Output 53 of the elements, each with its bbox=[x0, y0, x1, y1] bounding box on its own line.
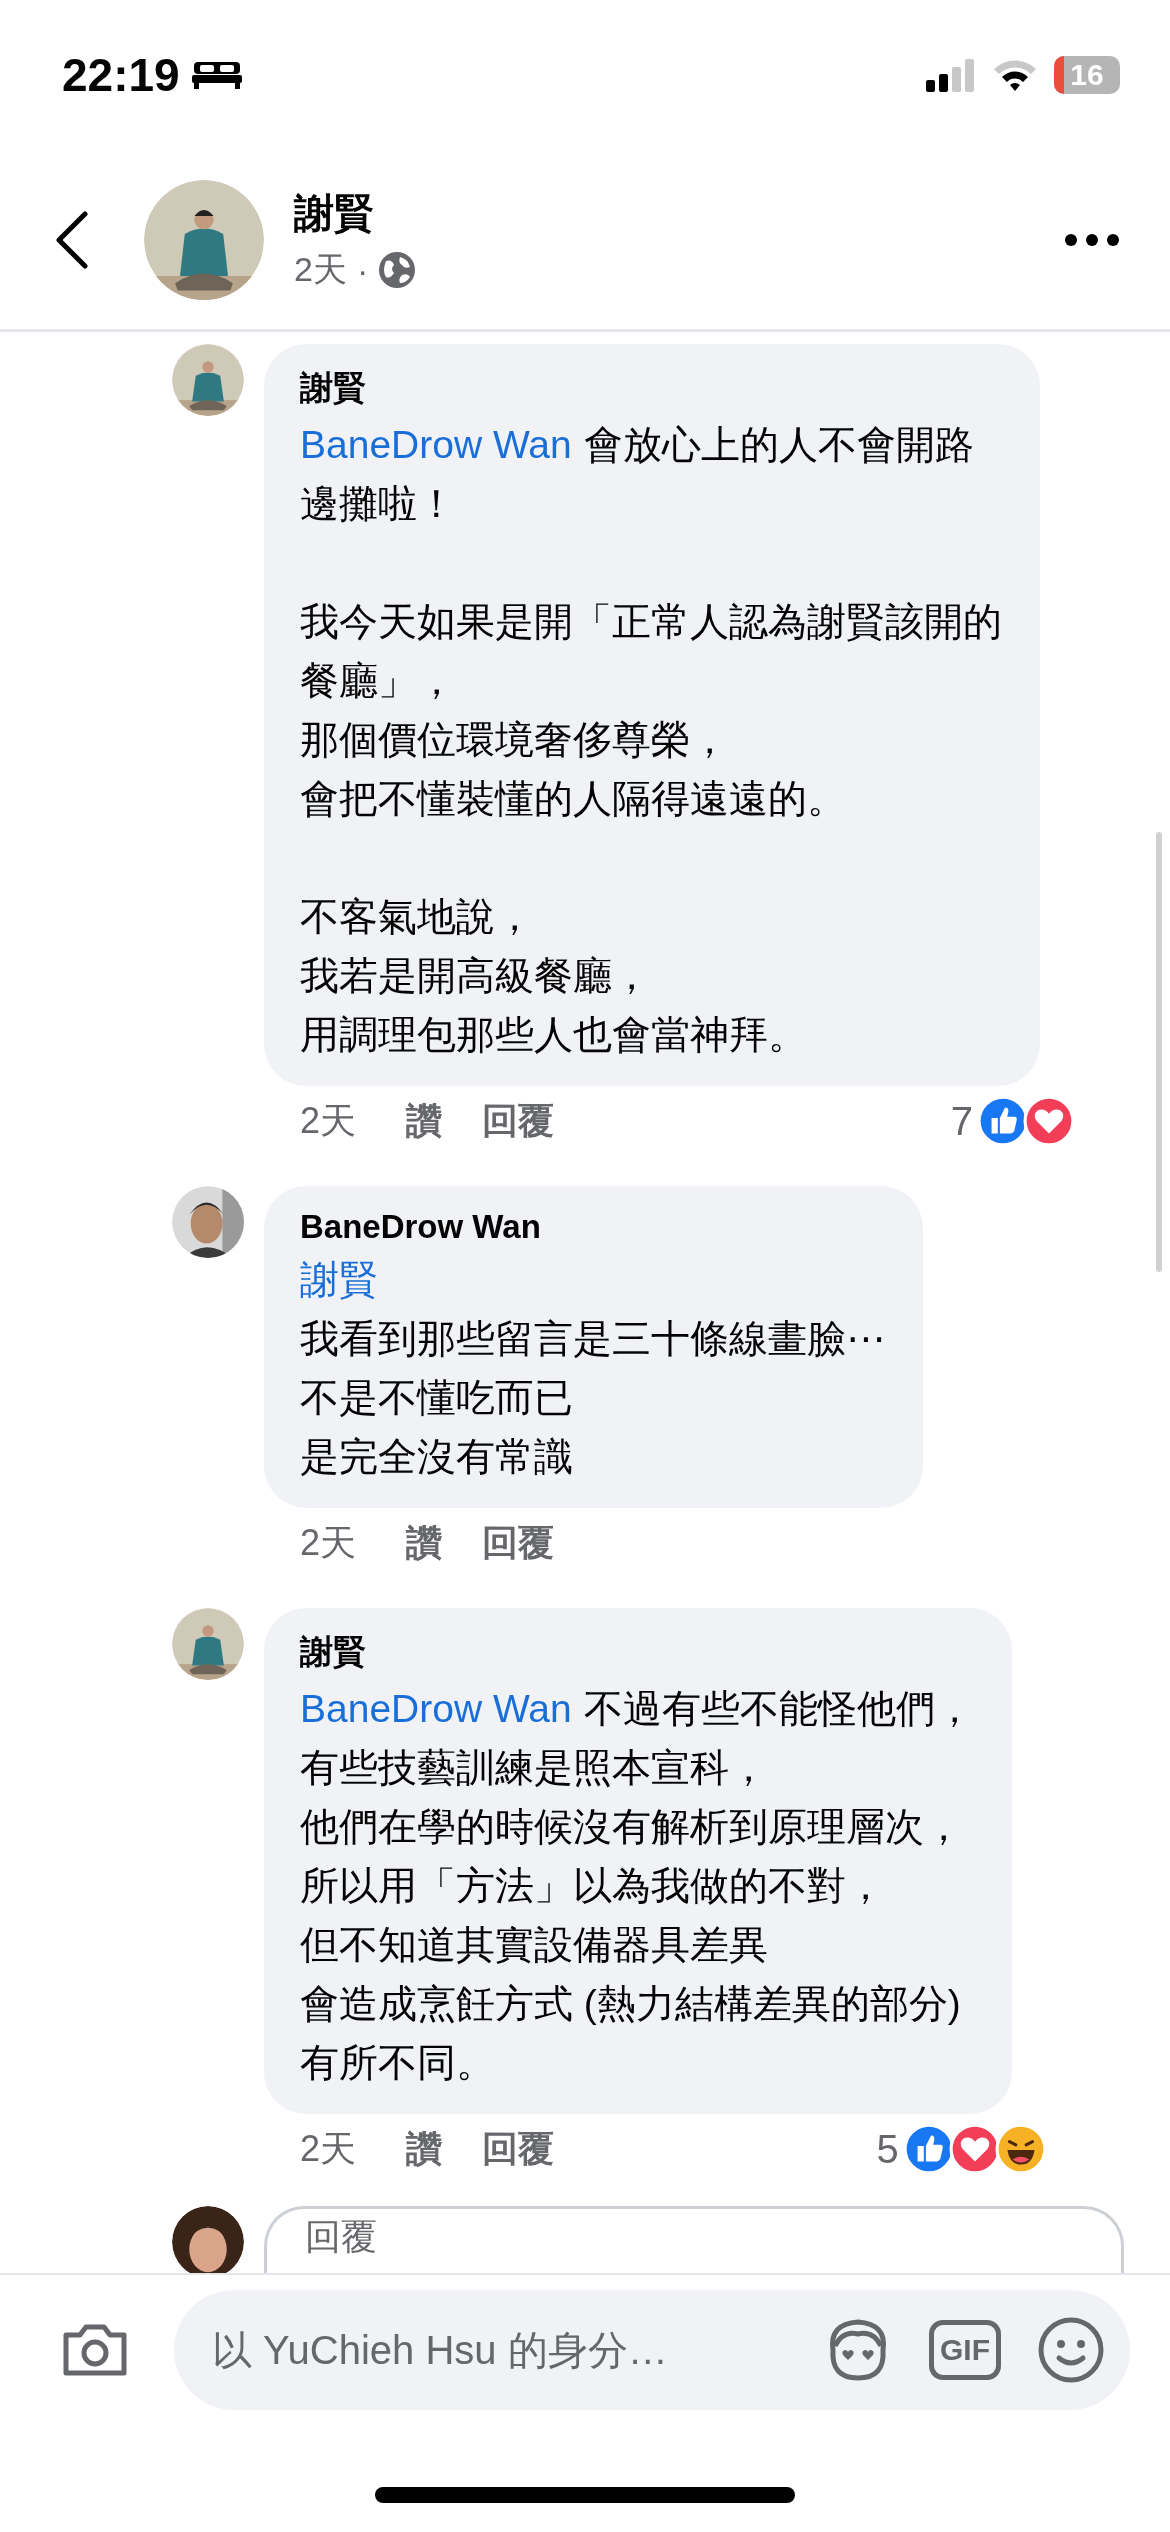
comment-author[interactable]: 謝賢 bbox=[300, 1630, 974, 1675]
globe-icon bbox=[378, 251, 417, 289]
more-icon[interactable] bbox=[1064, 232, 1120, 247]
mention-link[interactable]: 謝賢 bbox=[300, 1250, 378, 1309]
separator-dot: · bbox=[356, 250, 369, 290]
comment-input[interactable]: 以 YuChieh Hsu 的身分… GIF bbox=[174, 2290, 1130, 2410]
comment-text: 會造成烹飪方式 (熱力結構差異的部分) bbox=[300, 1981, 961, 2027]
reply-link[interactable]: 回覆 bbox=[482, 1518, 555, 1568]
reply-link[interactable]: 回覆 bbox=[482, 1096, 555, 1146]
comment-author[interactable]: BaneDrow Wan bbox=[300, 1208, 885, 1246]
back-icon[interactable] bbox=[55, 210, 89, 269]
comment-age: 2天 bbox=[300, 2126, 357, 2171]
status-time: 22:19 bbox=[62, 48, 180, 102]
comment-text: 那個價位環境奢侈尊榮， bbox=[300, 717, 729, 763]
comment-text: 所以用「方法」以為我做的不對， bbox=[300, 1863, 885, 1909]
reaction-count[interactable]: 7 bbox=[950, 1098, 973, 1144]
reply-field[interactable]: 回覆 bbox=[264, 2206, 1124, 2273]
mention-link[interactable]: BaneDrow Wan bbox=[300, 415, 572, 474]
gif-button[interactable]: GIF bbox=[929, 2320, 1001, 2380]
like-link[interactable]: 讚 bbox=[406, 1096, 443, 1146]
comment-text: 不是不懂吃而已 bbox=[300, 1375, 573, 1421]
emoji-icon[interactable] bbox=[1037, 2316, 1105, 2384]
comment-text: 不客氣地說， bbox=[300, 894, 534, 940]
signal-icon bbox=[926, 58, 976, 92]
wifi-icon bbox=[992, 58, 1038, 92]
comment-author[interactable]: 謝賢 bbox=[300, 366, 1002, 411]
comment-age: 2天 bbox=[300, 1098, 357, 1143]
comment-text: 邊攤啦！ bbox=[300, 481, 456, 527]
comment-text: 會把不懂裝懂的人隔得遠遠的。 bbox=[300, 776, 846, 822]
love-reaction-icon[interactable] bbox=[1023, 1095, 1075, 1147]
comment-text: 用調理包那些人也會當神拜。 bbox=[300, 1012, 807, 1058]
comment-text: 會放心上的人不會開路 bbox=[583, 422, 974, 468]
like-link[interactable]: 讚 bbox=[406, 2124, 443, 2174]
comment-text: 餐廳」， bbox=[300, 658, 456, 704]
comment-text: 是完全沒有常識 bbox=[300, 1434, 573, 1480]
reply-link[interactable]: 回覆 bbox=[482, 2124, 555, 2174]
comment-text: 但不知道其實設備器具差異 bbox=[300, 1922, 768, 1968]
reaction-count[interactable]: 5 bbox=[876, 2126, 899, 2172]
haha-reaction-icon[interactable] bbox=[994, 2123, 1047, 2175]
comment-text: 我看到那些留言是三十條線畫臉⋯ bbox=[300, 1316, 885, 1362]
post-author[interactable]: 謝賢 bbox=[294, 186, 1064, 241]
comment-text: 我若是開高級餐廳， bbox=[300, 953, 651, 999]
battery-indicator: 16 bbox=[1054, 56, 1120, 94]
mention-link[interactable]: BaneDrow Wan bbox=[300, 1679, 572, 1738]
comment-text: 有些技藝訓練是照本宣科， bbox=[300, 1745, 768, 1791]
comment-age: 2天 bbox=[300, 1520, 357, 1565]
bed-icon bbox=[191, 60, 242, 90]
like-link[interactable]: 讚 bbox=[406, 1518, 443, 1568]
comment-text: 不過有些不能怪他們， bbox=[583, 1686, 974, 1732]
comment-text: 我今天如果是開「正常人認為謝賢該開的 bbox=[300, 599, 1002, 645]
comment-text: 有所不同。 bbox=[300, 2040, 495, 2086]
comment-text: 他們在學的時候沒有解析到原理層次， bbox=[300, 1804, 963, 1850]
post-age: 2天 bbox=[294, 249, 347, 290]
